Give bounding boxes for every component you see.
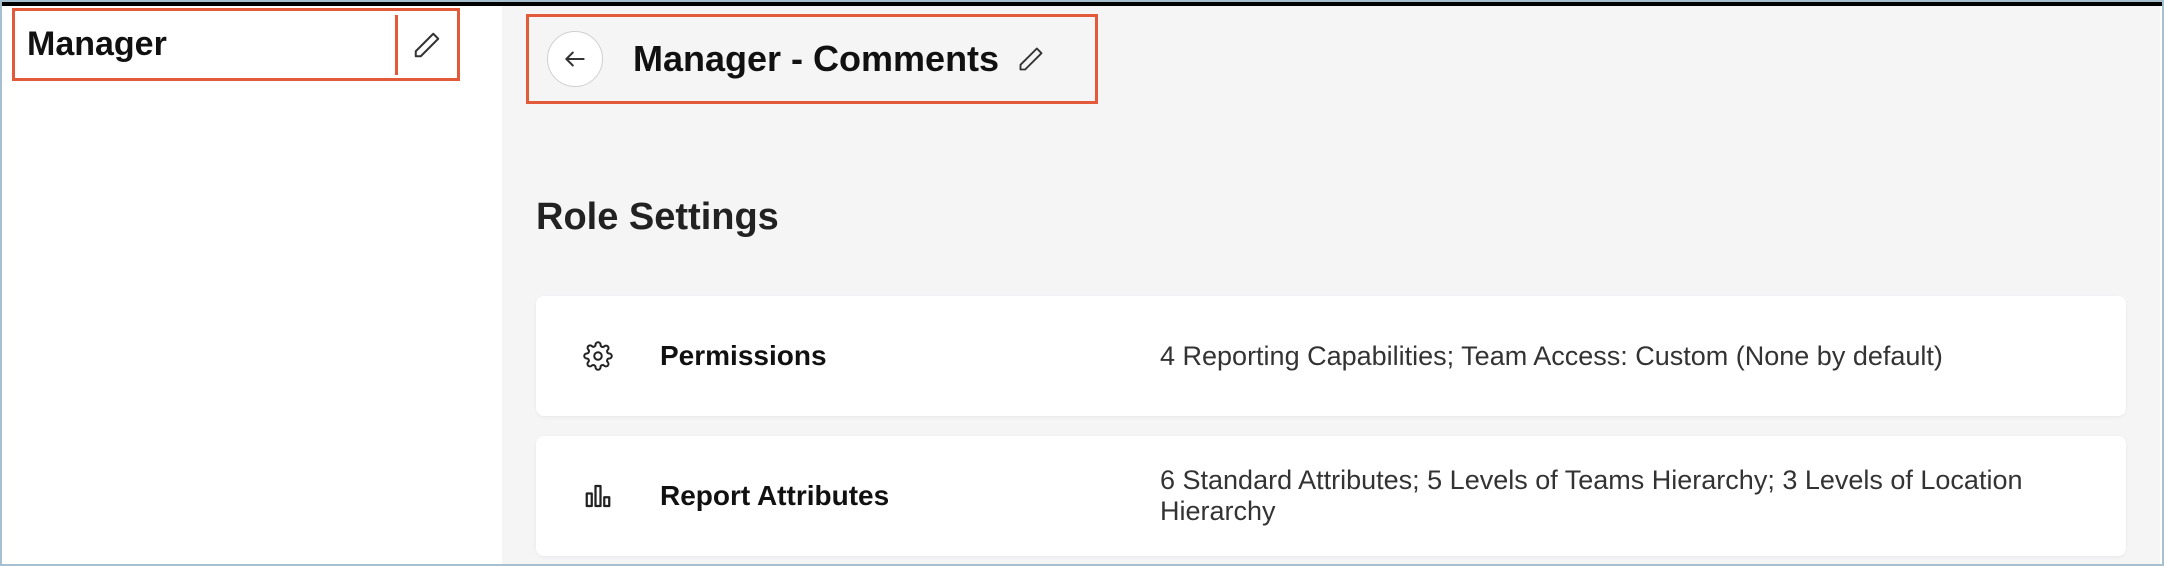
section-title: Role Settings [536,196,779,239]
sidebar-item-label: Manager [27,25,167,64]
role-settings-list: Permissions 4 Reporting Capabilities; Te… [536,296,2126,556]
setting-row-permissions[interactable]: Permissions 4 Reporting Capabilities; Te… [536,296,2126,416]
gear-icon [580,338,616,374]
setting-label: Report Attributes [660,480,1160,512]
sidebar-item-manager[interactable]: Manager [12,8,460,81]
pencil-icon [412,30,442,60]
sidebar-edit-button[interactable] [395,15,455,75]
page-header: Manager - Comments [526,14,1098,104]
sidebar: Manager [2,6,502,564]
main-panel: Manager - Comments Role Settings Permiss… [502,6,2160,564]
pencil-icon [1017,45,1045,73]
bar-chart-icon [580,478,616,514]
arrow-left-icon [562,46,588,72]
setting-row-report-attributes[interactable]: Report Attributes 6 Standard Attributes;… [536,436,2126,556]
back-button[interactable] [547,31,603,87]
setting-description: 6 Standard Attributes; 5 Levels of Teams… [1160,465,2090,527]
page-title: Manager - Comments [633,38,999,80]
edit-title-button[interactable] [1013,41,1049,77]
setting-label: Permissions [660,340,1160,372]
setting-description: 4 Reporting Capabilities; Team Access: C… [1160,341,2090,372]
